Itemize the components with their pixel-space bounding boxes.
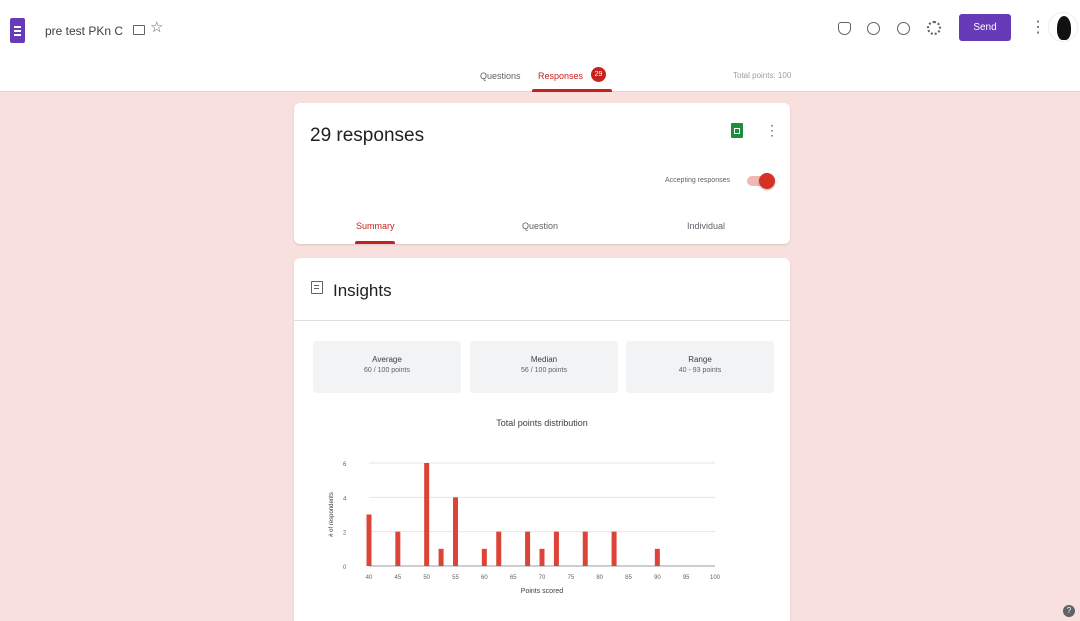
toggle-knob[interactable]: [759, 173, 775, 189]
chart-bar: [438, 548, 444, 566]
total-points-label: Total points: 100: [733, 71, 792, 80]
x-tick-label: 50: [423, 575, 430, 581]
responses-card: 29 responses ⋮ Accepting responses Summa…: [294, 103, 790, 244]
palette-icon[interactable]: [838, 22, 851, 35]
tab-questions[interactable]: Questions: [480, 71, 521, 81]
chart-bar: [525, 531, 531, 566]
chart-bar: [553, 531, 559, 566]
x-tick-label: 70: [539, 575, 546, 581]
accepting-responses-label: Accepting responses: [665, 177, 730, 184]
chart-bar: [366, 514, 372, 566]
x-tick-label: 65: [510, 575, 517, 581]
tab-summary[interactable]: Summary: [356, 221, 395, 231]
tab-individual[interactable]: Individual: [687, 221, 725, 231]
chart-bar: [481, 548, 487, 566]
x-tick-label: 55: [452, 575, 459, 581]
document-title[interactable]: pre test PKn C: [45, 24, 123, 38]
header-bar: pre test PKn C ☆ Send ⋮ Questions Respon…: [0, 0, 1080, 92]
chart-bar: [654, 548, 660, 566]
chart-bar: [496, 531, 502, 566]
x-tick-label: 80: [596, 575, 603, 581]
chart-bar: [424, 463, 430, 566]
settings-gear-icon[interactable]: [927, 21, 941, 35]
active-subtab-indicator: [355, 241, 395, 244]
x-tick-label: 45: [394, 575, 401, 581]
x-axis-title: Points scored: [521, 588, 564, 595]
responses-count-badge: 29: [591, 67, 606, 82]
x-tick-label: 60: [481, 575, 488, 581]
y-tick-label: 2: [343, 531, 347, 537]
more-vert-icon[interactable]: ⋮: [765, 121, 779, 139]
undo-icon[interactable]: [897, 22, 910, 35]
active-tab-indicator: [532, 89, 612, 92]
y-tick-label: 6: [343, 462, 347, 468]
send-button[interactable]: Send: [959, 14, 1011, 41]
x-tick-label: 100: [710, 575, 721, 581]
x-tick-label: 85: [625, 575, 632, 581]
y-tick-label: 4: [343, 496, 347, 502]
preview-icon[interactable]: [867, 22, 880, 35]
responses-count-title: 29 responses: [310, 125, 425, 146]
help-icon[interactable]: ?: [1063, 605, 1075, 617]
y-tick-label: 0: [343, 565, 347, 571]
x-tick-label: 40: [366, 575, 373, 581]
star-icon[interactable]: ☆: [150, 20, 163, 35]
x-tick-label: 95: [683, 575, 690, 581]
chart-bar: [539, 548, 545, 566]
x-tick-label: 75: [567, 575, 574, 581]
points-distribution-chart: 0 2 4 6 40 45 50 55 60 65 70 75 80 85 90 95 100 Points sc…: [329, 462, 721, 595]
chart-bar: [582, 531, 588, 566]
tab-responses[interactable]: Responses: [538, 71, 583, 81]
x-tick-label: 90: [654, 575, 661, 581]
y-axis-title: # of respondents: [329, 492, 335, 537]
chart-bar: [611, 531, 617, 566]
sheets-icon[interactable]: [731, 123, 743, 138]
forms-logo-icon[interactable]: [10, 18, 25, 43]
chart-bar: [395, 531, 401, 566]
folder-icon[interactable]: [133, 25, 145, 35]
tab-question[interactable]: Question: [522, 221, 558, 231]
insights-card: Insights Average 60 / 100 points Median …: [294, 258, 790, 621]
more-vert-icon[interactable]: ⋮: [1030, 18, 1046, 38]
avatar[interactable]: [1048, 12, 1078, 42]
chart-bar: [453, 497, 458, 566]
